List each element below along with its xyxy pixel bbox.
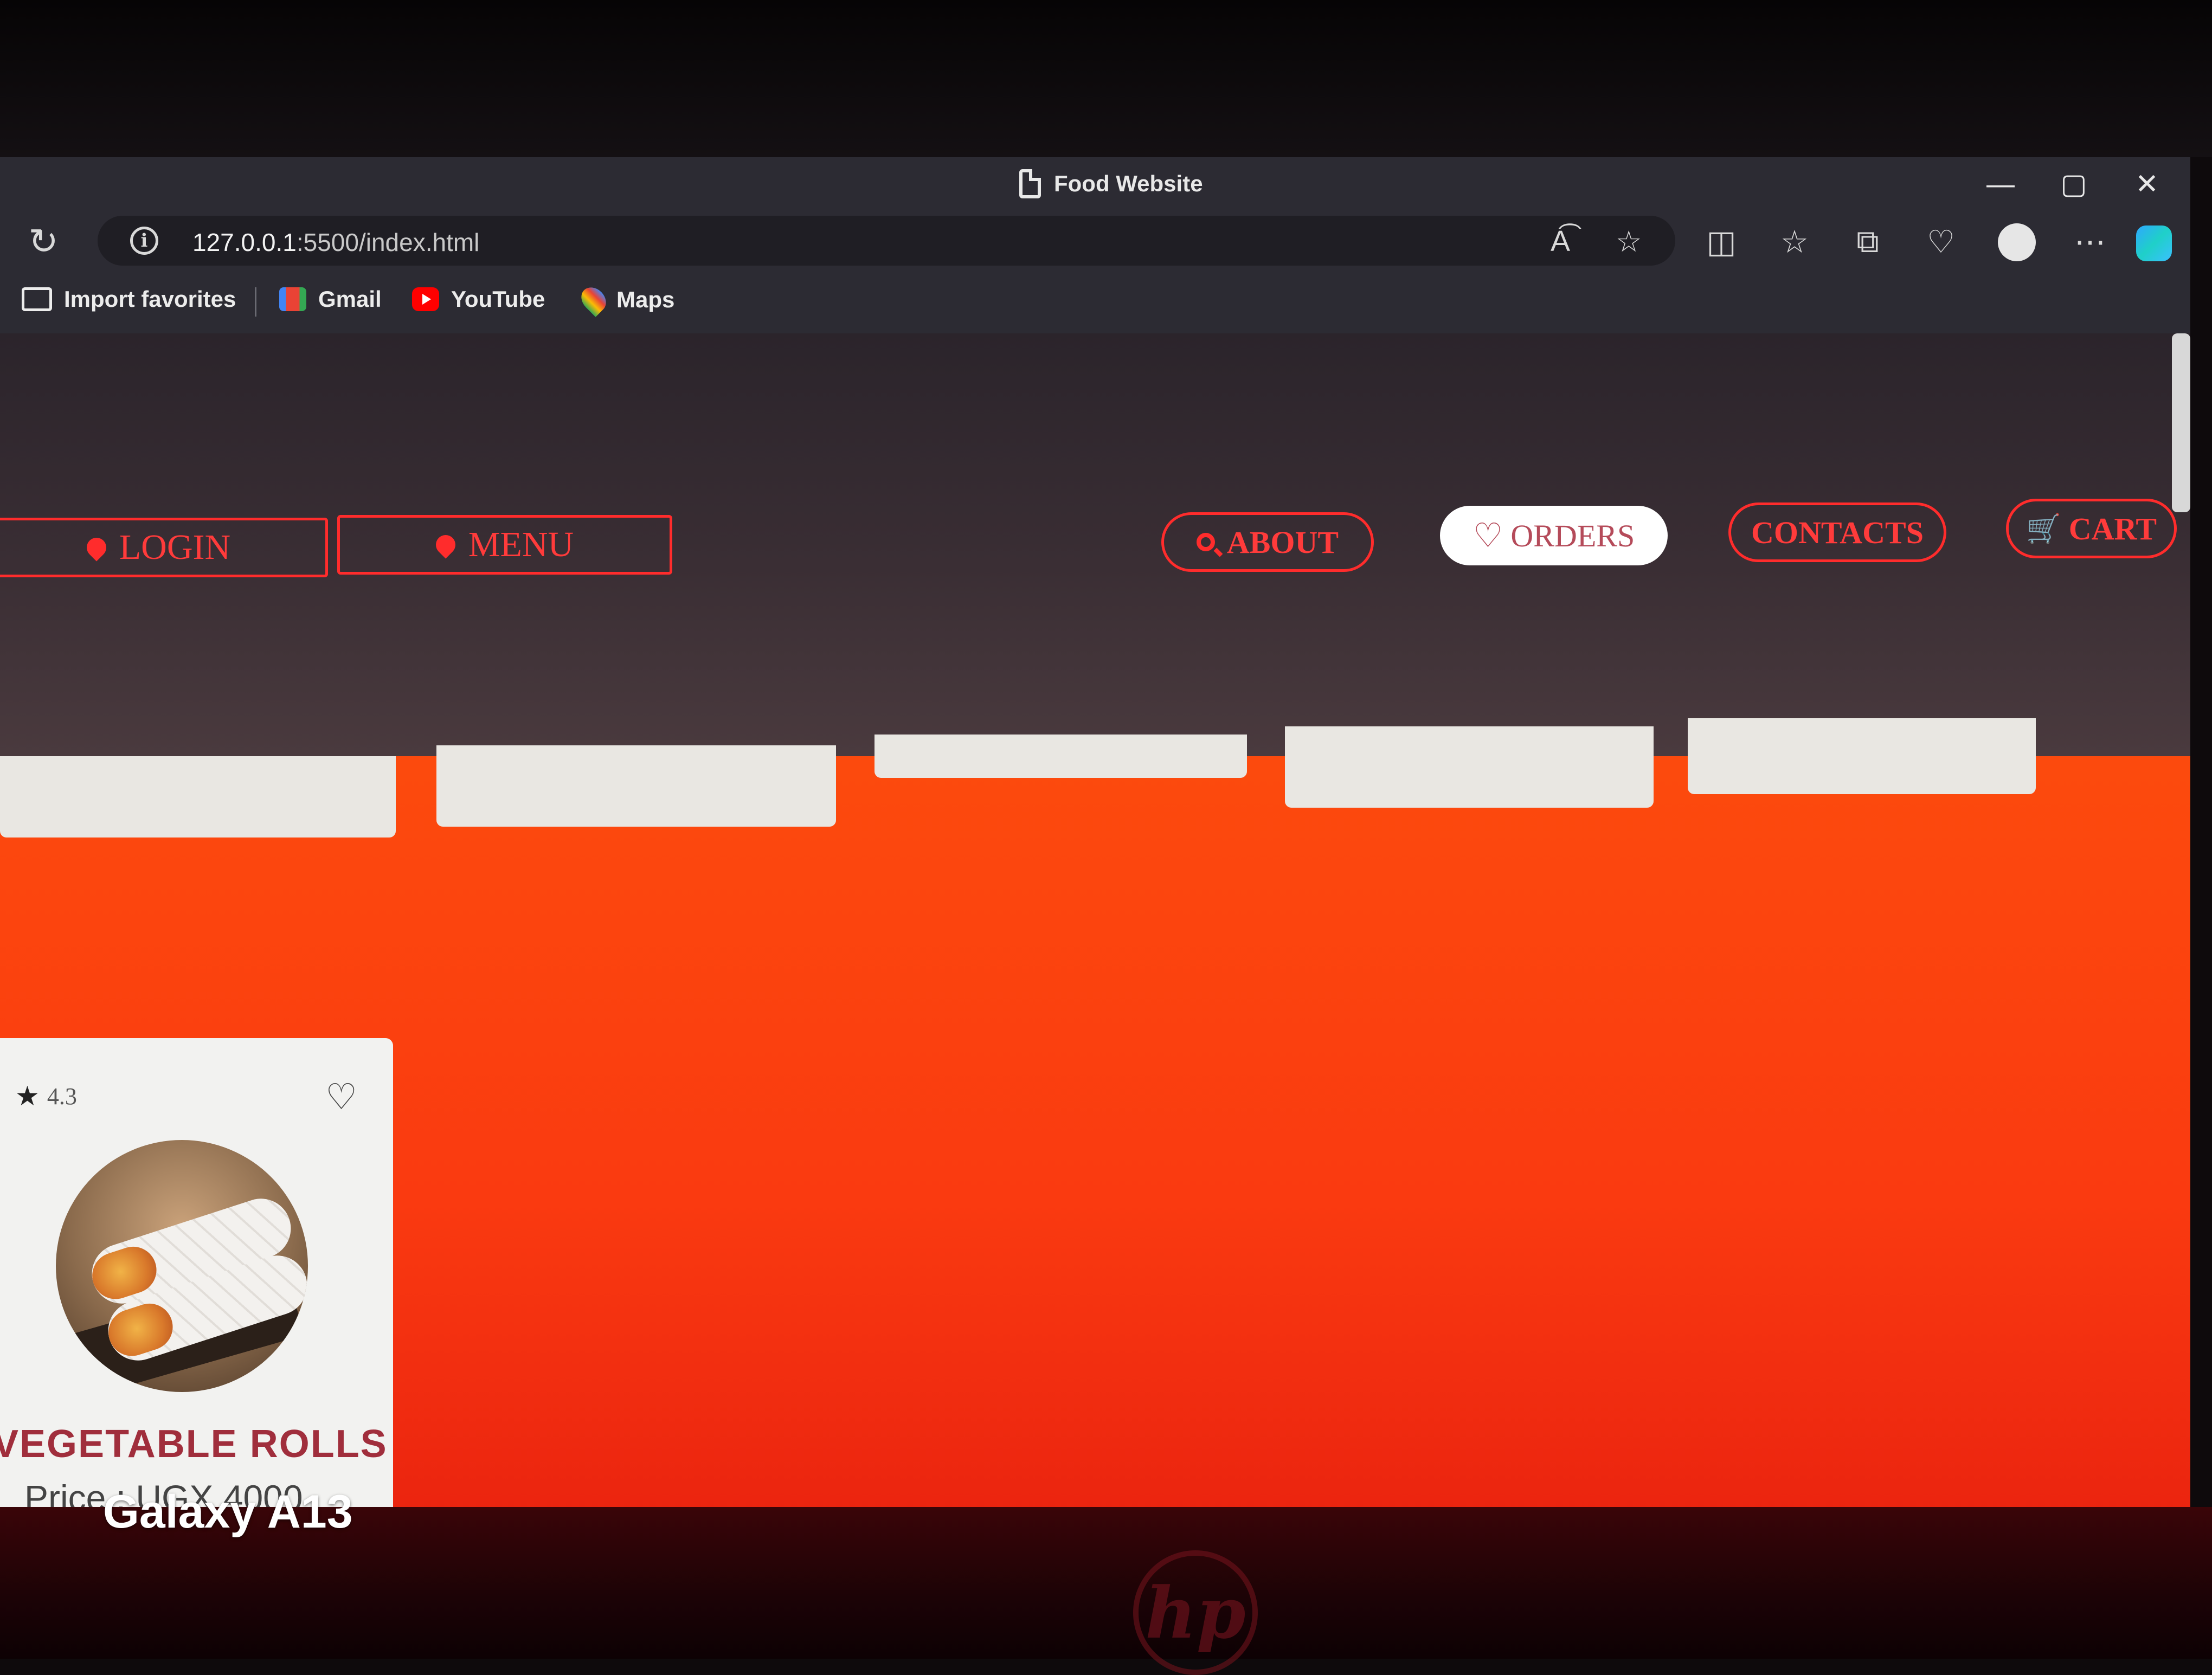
heart-icon: ♡ bbox=[1472, 518, 1503, 555]
login-label: LOGIN bbox=[119, 527, 231, 567]
location-pin-icon bbox=[82, 533, 111, 562]
rating: ★ 4.3 bbox=[15, 1080, 77, 1112]
more-icon[interactable]: ⋯ bbox=[2068, 223, 2112, 260]
address-bar[interactable]: i 127.0.0.1:5500/index.html A͡ ☆ bbox=[98, 216, 1675, 266]
collections-icon[interactable]: ⧉ bbox=[1846, 223, 1889, 260]
favorites-separator bbox=[255, 287, 256, 317]
star-icon: ★ bbox=[15, 1081, 40, 1111]
favorite-heart-icon[interactable]: ♡ bbox=[325, 1076, 357, 1118]
minimize-button[interactable]: — bbox=[1979, 168, 2022, 201]
card-placeholder bbox=[1688, 718, 2036, 794]
reload-icon[interactable]: ↻ bbox=[22, 222, 65, 260]
window-title: Food Website bbox=[1019, 169, 1203, 198]
location-pin-icon bbox=[432, 531, 460, 559]
profile-icon[interactable] bbox=[1998, 223, 2036, 261]
url-host: 127.0.0.1 bbox=[192, 228, 297, 256]
card-placeholder bbox=[0, 756, 396, 838]
favorites-icon[interactable]: ☆ bbox=[1773, 223, 1816, 260]
about-button[interactable]: ABOUT bbox=[1161, 512, 1374, 572]
browser-essentials-icon[interactable]: ♡ bbox=[1919, 223, 1963, 260]
card-placeholder bbox=[874, 735, 1247, 778]
orders-button[interactable]: ♡ ORDERS bbox=[1440, 506, 1668, 565]
contacts-button[interactable]: CONTACTS bbox=[1728, 503, 1946, 562]
favorite-star-icon[interactable]: ☆ bbox=[1616, 224, 1642, 259]
favorites-bar: Import favorites Gmail YouTube Maps bbox=[0, 271, 2190, 334]
food-image bbox=[56, 1140, 308, 1392]
site-header: LOGIN MENU ABOUT ♡ ORDERS CONTACTS 🛒 CAR… bbox=[0, 333, 2190, 756]
menu-label: MENU bbox=[468, 525, 574, 564]
gmail-link[interactable]: Gmail bbox=[279, 286, 382, 312]
rating-value: 4.3 bbox=[47, 1083, 77, 1110]
browser-window: Food Website — ▢ ✕ ↻ i 127.0.0.1:5500/in… bbox=[0, 157, 2190, 1572]
contacts-label: CONTACTS bbox=[1751, 514, 1924, 550]
cart-label: CART bbox=[2068, 511, 2157, 546]
maximize-button[interactable]: ▢ bbox=[2052, 168, 2095, 201]
title-bar: Food Website — ▢ ✕ bbox=[0, 157, 2190, 211]
photo-top-bezel bbox=[0, 0, 2212, 157]
orders-label: ORDERS bbox=[1510, 518, 1635, 553]
url-path: :5500/index.html bbox=[296, 228, 480, 256]
maps-link[interactable]: Maps bbox=[576, 282, 675, 317]
site-info-icon[interactable]: i bbox=[130, 227, 158, 255]
favorite-label: YouTube bbox=[451, 286, 545, 312]
close-button[interactable]: ✕ bbox=[2125, 168, 2169, 201]
card-placeholder bbox=[1285, 726, 1654, 808]
search-icon bbox=[1196, 533, 1215, 551]
food-name: VEGETABLE ROLLS bbox=[0, 1422, 388, 1466]
import-favorites-link[interactable]: Import favorites bbox=[22, 286, 236, 312]
web-page: LOGIN MENU ABOUT ♡ ORDERS CONTACTS 🛒 CAR… bbox=[0, 333, 2190, 1572]
about-label: ABOUT bbox=[1226, 524, 1339, 560]
camera-watermark: Galaxy A13 bbox=[103, 1486, 353, 1538]
maps-icon bbox=[576, 282, 611, 317]
favorite-label: Import favorites bbox=[64, 286, 236, 312]
gmail-icon bbox=[279, 287, 306, 311]
menu-button[interactable]: MENU bbox=[337, 515, 672, 575]
laptop-logo: hp bbox=[1133, 1550, 1258, 1675]
url-text[interactable]: 127.0.0.1:5500/index.html bbox=[192, 228, 479, 257]
read-aloud-icon[interactable]: A͡ bbox=[1551, 224, 1570, 258]
import-icon bbox=[22, 287, 52, 311]
card-placeholder bbox=[436, 745, 836, 827]
document-icon bbox=[1019, 169, 1041, 198]
youtube-icon bbox=[412, 287, 439, 311]
login-button[interactable]: LOGIN bbox=[0, 518, 328, 577]
page-scrollbar[interactable] bbox=[2172, 333, 2190, 512]
tab-title: Food Website bbox=[1054, 171, 1203, 196]
split-screen-icon[interactable]: ◫ bbox=[1700, 223, 1743, 260]
cart-icon: 🛒 bbox=[2025, 513, 2061, 545]
cart-button[interactable]: 🛒 CART bbox=[2006, 499, 2177, 558]
favorite-label: Maps bbox=[616, 287, 675, 312]
copilot-icon[interactable] bbox=[2136, 226, 2172, 261]
youtube-link[interactable]: YouTube bbox=[412, 286, 545, 312]
browser-toolbar: ↻ i 127.0.0.1:5500/index.html A͡ ☆ ◫ ☆ ⧉… bbox=[0, 211, 2190, 271]
favorite-label: Gmail bbox=[318, 286, 382, 312]
